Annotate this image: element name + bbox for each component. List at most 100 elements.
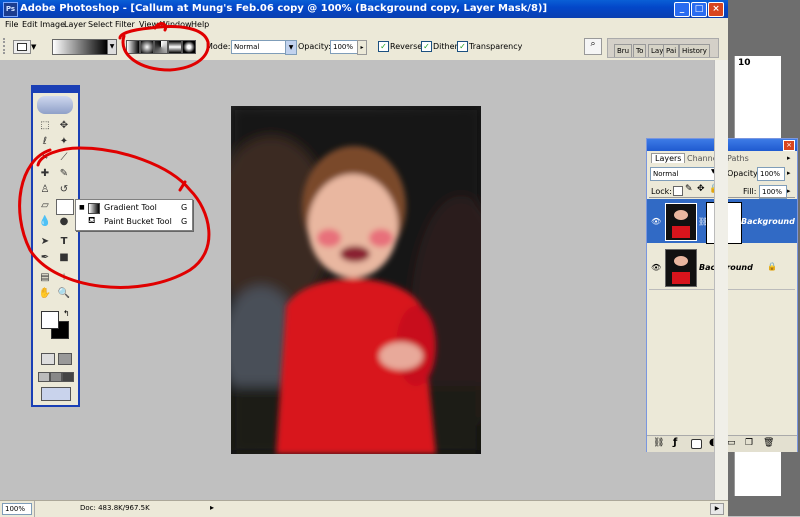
selected-bullet-icon: ■ xyxy=(79,204,85,211)
brush-tool-icon[interactable]: ✎ xyxy=(56,167,72,181)
photoshop-app-icon[interactable]: Ps xyxy=(3,2,18,17)
feather-logo-icon[interactable] xyxy=(37,96,73,114)
screen-mode-standard-icon[interactable] xyxy=(38,372,50,382)
reflected-gradient-button[interactable] xyxy=(168,40,182,54)
gradient-picker[interactable] xyxy=(52,39,108,55)
scroll-right-button[interactable]: ▶ xyxy=(710,503,724,515)
blend-mode-value: Normal xyxy=(653,170,679,178)
link-layers-icon[interactable]: ⛓ xyxy=(653,438,664,448)
menu-layer[interactable]: Layer xyxy=(64,20,86,29)
palette-tab-paint[interactable]: Pai xyxy=(663,44,680,57)
fill-slider-arrow[interactable]: ▸ xyxy=(787,187,791,195)
blend-mode-select[interactable]: Normal xyxy=(650,167,720,181)
transparency-checkbox[interactable]: ✓ xyxy=(457,41,468,52)
jump-to-imageready-icon[interactable] xyxy=(41,387,71,401)
vertical-scrollbar[interactable] xyxy=(714,60,728,500)
layer-opacity-label: Opacity: xyxy=(727,169,760,178)
close-icon[interactable]: × xyxy=(783,140,795,151)
gradient-dropdown-arrow[interactable]: ▼ xyxy=(107,39,117,55)
lasso-tool-icon[interactable]: ℓ xyxy=(37,135,53,149)
menu-help[interactable]: Help xyxy=(191,20,209,29)
zoom-level[interactable]: 100% xyxy=(2,503,32,515)
palette-tab-brushes[interactable]: Bru xyxy=(614,44,633,57)
maximize-button[interactable]: □ xyxy=(691,2,707,17)
layer-name: Background copy xyxy=(741,217,797,226)
menu-edit[interactable]: Edit xyxy=(22,20,38,29)
flyout-item-gradient-tool[interactable]: Gradient Tool xyxy=(104,203,157,212)
minimize-button[interactable]: _ xyxy=(674,2,690,17)
document-canvas[interactable] xyxy=(231,106,481,454)
chevron-down-icon[interactable]: ▼ xyxy=(31,43,36,51)
new-layer-icon[interactable]: ❐ xyxy=(745,438,753,448)
opacity-input[interactable]: 100% xyxy=(330,40,358,54)
tool-preset-picker[interactable] xyxy=(13,40,31,54)
path-selection-tool-icon[interactable]: ➤ xyxy=(37,235,53,249)
fill-value: 100% xyxy=(762,188,783,196)
menu-window[interactable]: Window xyxy=(160,20,192,29)
add-mask-icon[interactable] xyxy=(691,439,702,449)
flyout-shortcut: G xyxy=(181,217,188,226)
file-browser-icon[interactable]: ⌕ xyxy=(584,38,602,55)
history-brush-tool-icon[interactable]: ↺ xyxy=(56,183,72,197)
lock-image-icon[interactable]: ✎ xyxy=(685,184,693,194)
standard-mode-icon[interactable] xyxy=(41,353,55,365)
menu-filter[interactable]: Filter xyxy=(115,20,135,29)
type-tool-icon[interactable]: T xyxy=(56,235,72,249)
new-group-icon[interactable]: ▭ xyxy=(727,438,736,448)
lock-position-icon[interactable]: ✥ xyxy=(697,184,705,194)
quick-mask-mode-icon[interactable] xyxy=(58,353,72,365)
lock-transparency-icon[interactable] xyxy=(673,186,683,196)
layer-style-icon[interactable]: ƒ xyxy=(673,437,677,448)
palette-tab-history[interactable]: History xyxy=(679,44,710,57)
blur-tool-icon[interactable]: 💧 xyxy=(37,215,53,229)
eye-icon[interactable]: 👁 xyxy=(651,217,661,227)
menu-view[interactable]: View xyxy=(139,20,158,29)
magic-wand-tool-icon[interactable]: ✦ xyxy=(56,135,72,149)
slice-tool-icon[interactable]: ⟋ xyxy=(56,151,72,165)
zoom-tool-icon[interactable]: 🔍 xyxy=(56,287,72,301)
clone-stamp-tool-icon[interactable]: ♙ xyxy=(37,183,53,197)
photo-image xyxy=(231,106,481,454)
flyout-item-paint-bucket-tool[interactable]: Paint Bucket Tool xyxy=(104,217,172,226)
screen-mode-full-icon[interactable] xyxy=(62,372,74,382)
crop-tool-icon[interactable]: ⌗ xyxy=(37,151,53,165)
diamond-gradient-button[interactable] xyxy=(182,40,196,54)
shape-tool-icon[interactable]: ■ xyxy=(56,251,72,265)
status-menu-arrow[interactable]: ▸ xyxy=(210,503,214,512)
eye-icon[interactable]: 👁 xyxy=(651,263,661,273)
delete-layer-icon[interactable]: 🗑 xyxy=(763,438,774,448)
healing-brush-tool-icon[interactable]: ✚ xyxy=(37,167,53,181)
swap-colors-icon[interactable]: ↰ xyxy=(63,309,70,318)
move-tool-icon[interactable]: ✥ xyxy=(56,119,72,133)
mode-select[interactable]: Normal xyxy=(231,40,287,54)
palette-tab-tool-presets[interactable]: To xyxy=(633,44,647,57)
palette-menu-icon[interactable]: ▸ xyxy=(787,154,791,162)
menu-select[interactable]: Select xyxy=(88,20,113,29)
hand-tool-icon[interactable]: ✋ xyxy=(37,287,53,301)
close-button[interactable]: × xyxy=(708,2,724,17)
layer-opacity-input[interactable]: 100% xyxy=(757,167,785,181)
dither-checkbox[interactable]: ✓ xyxy=(421,41,432,52)
notes-tool-icon[interactable]: ▤ xyxy=(37,271,53,285)
eyedropper-tool-icon[interactable]: ⟊ xyxy=(56,271,72,285)
gradient-tool-icon[interactable] xyxy=(56,199,74,215)
tab-paths[interactable]: Paths xyxy=(727,154,749,163)
marquee-tool-icon[interactable]: ⬚ xyxy=(37,119,53,133)
opacity-slider-arrow[interactable]: ▸ xyxy=(787,169,791,177)
angle-gradient-button[interactable] xyxy=(154,40,168,54)
radial-gradient-button[interactable] xyxy=(140,40,154,54)
linear-gradient-button[interactable] xyxy=(126,40,140,54)
tab-layers[interactable]: Layers xyxy=(651,153,686,163)
menu-file[interactable]: File xyxy=(5,20,18,29)
foreground-color-swatch[interactable] xyxy=(41,311,59,329)
pen-tool-icon[interactable]: ✒ xyxy=(37,251,53,265)
eraser-tool-icon[interactable]: ▱ xyxy=(37,199,53,213)
opacity-slider-arrow[interactable]: ▸ xyxy=(357,40,367,55)
dodge-tool-icon[interactable]: ● xyxy=(56,215,72,229)
gradient-tool-flyout: ■ Gradient Tool G ⛾ Paint Bucket Tool G xyxy=(75,199,193,231)
reverse-checkbox[interactable]: ✓ xyxy=(378,41,389,52)
toolbox-titlebar[interactable] xyxy=(33,87,78,93)
chevron-down-icon[interactable]: ▼ xyxy=(285,40,297,55)
menu-image[interactable]: Image xyxy=(40,20,65,29)
screen-mode-full-menu-icon[interactable] xyxy=(50,372,62,382)
